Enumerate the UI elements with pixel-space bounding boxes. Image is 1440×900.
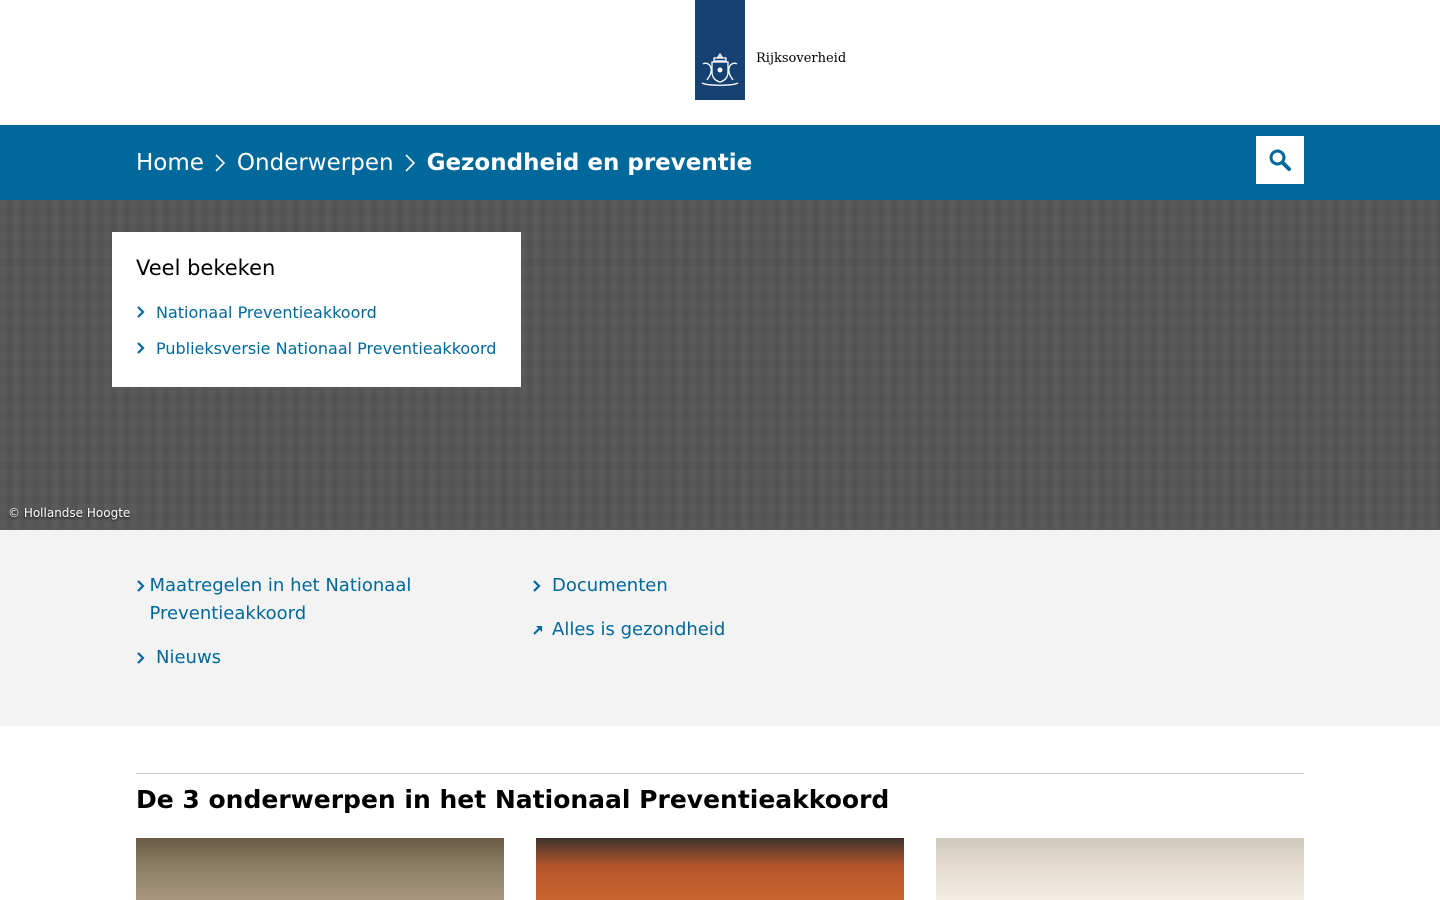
search-button[interactable] [1256, 136, 1304, 184]
chevron-right-icon [394, 125, 427, 200]
link-maatregelen[interactable]: Maatregelen in het Nationaal Preventieak… [136, 572, 436, 628]
link-label: Alles is gezondheid [552, 619, 726, 640]
coat-of-arms-icon [701, 52, 739, 86]
popular-item-label: Publieksversie Nationaal Preventieakkoor… [156, 338, 497, 358]
brand-name: Rijksoverheid [756, 51, 847, 66]
popular-item[interactable]: Nationaal Preventieakkoord [136, 294, 497, 330]
chevron-right-icon [136, 342, 156, 354]
external-arrow-icon [532, 616, 552, 644]
logo[interactable] [695, 0, 745, 100]
breadcrumb-home[interactable]: Home [136, 150, 204, 176]
link-label: Nieuws [156, 647, 222, 668]
topic-card-image[interactable] [936, 838, 1304, 900]
breadcrumb: Home Onderwerpen Gezondheid en preventie [136, 125, 752, 200]
popular-item[interactable]: Publieksversie Nationaal Preventieakkoor… [136, 330, 497, 366]
photo-credit: © Hollandse Hoogte [8, 506, 131, 520]
chevron-right-icon [532, 572, 552, 600]
search-icon [1269, 149, 1291, 171]
chevron-right-icon [204, 125, 237, 200]
section-title: De 3 onderwerpen in het Nationaal Preven… [136, 785, 890, 814]
link-nieuws[interactable]: Nieuws [136, 644, 221, 672]
popular-box: Veel bekeken Nationaal Preventieakkoord … [112, 232, 521, 387]
link-label: Documenten [552, 575, 668, 596]
link-label: Maatregelen in het Nationaal Preventieak… [149, 575, 412, 624]
popular-item-label: Nationaal Preventieakkoord [156, 302, 377, 322]
chevron-right-icon [136, 572, 150, 600]
breadcrumb-current: Gezondheid en preventie [426, 149, 753, 176]
site-header: Rijksoverheid [0, 0, 1440, 125]
link-alles-is-gezondheid[interactable]: Alles is gezondheid [532, 616, 725, 644]
breadcrumb-onderwerpen[interactable]: Onderwerpen [237, 150, 394, 176]
topic-links: Maatregelen in het Nationaal Preventieak… [0, 530, 1440, 726]
topic-card-image[interactable] [136, 838, 504, 900]
popular-title: Veel bekeken [136, 256, 276, 280]
link-documenten[interactable]: Documenten [532, 572, 668, 600]
divider [136, 773, 1304, 774]
chevron-right-icon [136, 644, 156, 672]
chevron-right-icon [136, 306, 156, 318]
topic-card-image[interactable] [536, 838, 904, 900]
breadcrumb-bar: Home Onderwerpen Gezondheid en preventie [0, 125, 1440, 200]
